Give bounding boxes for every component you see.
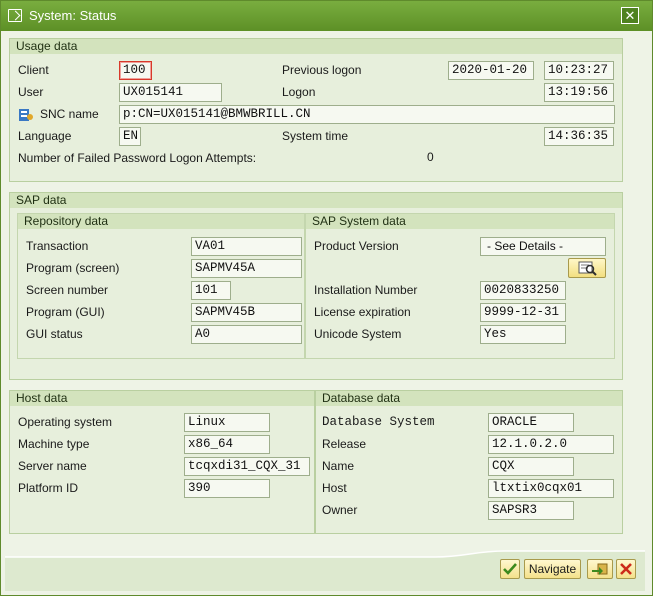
product-version-field[interactable]: - See Details - [480,237,606,256]
previous-logon-date-field[interactable]: 2020-01-20 [448,61,534,80]
db-name-label: Name [322,459,355,473]
program-screen-field[interactable]: SAPMV45A [191,259,302,278]
previous-logon-label: Previous logon [282,63,362,77]
close-icon[interactable]: ✕ [621,7,639,24]
operating-system-label: Operating system [18,415,113,429]
product-version-label: Product Version [314,239,399,253]
sap-system-data-header: SAP System data [306,214,614,229]
navigate-icon-button[interactable] [587,559,613,579]
platform-id-field[interactable]: 390 [184,479,270,498]
db-name-field[interactable]: CQX [488,457,574,476]
unicode-system-field[interactable]: Yes [480,325,566,344]
transaction-field[interactable]: VA01 [191,237,302,256]
release-label: Release [322,437,367,451]
operating-system-field[interactable]: Linux [184,413,270,432]
system-time-label: System time [282,129,349,143]
user-label: User [18,85,44,99]
usage-data-header: Usage data [10,39,622,54]
gui-status-field[interactable]: A0 [191,325,302,344]
installation-number-field[interactable]: 0020833250 [480,281,566,300]
logon-label: Logon [282,85,316,99]
database-system-field[interactable]: ORACLE [488,413,574,432]
machine-type-label: Machine type [18,437,90,451]
failed-attempts-label: Number of Failed Password Logon Attempts… [18,151,257,165]
platform-id-label: Platform ID [18,481,79,495]
status-dialog: System: Status ✕ Usage data Client 100 U… [0,0,653,596]
language-field[interactable]: EN [119,127,141,146]
client-field[interactable]: 100 [119,61,152,80]
program-gui-field[interactable]: SAPMV45B [191,303,302,322]
window-icon [8,9,22,22]
transaction-label: Transaction [26,239,89,253]
cancel-button[interactable] [616,559,636,579]
snc-icon [19,109,33,121]
gui-status-label: GUI status [26,327,83,341]
database-data-header: Database data [316,391,622,406]
language-label: Language [18,129,72,143]
database-data-group: Database data [315,390,623,534]
logon-time-field[interactable]: 13:19:56 [544,83,614,102]
server-name-field[interactable]: tcqxdi31_CQX_31 [184,457,310,476]
license-expiration-field[interactable]: 9999-12-31 [480,303,566,322]
machine-type-field[interactable]: x86_64 [184,435,270,454]
client-label: Client [18,63,49,77]
screen-number-label: Screen number [26,283,109,297]
navigate-icon [592,563,608,575]
window-title: System: Status [29,8,117,23]
cancel-icon [620,563,632,575]
navigate-button[interactable]: Navigate [524,559,581,579]
repository-data-header: Repository data [18,214,304,229]
db-host-field[interactable]: ltxtix0cqx01 [488,479,614,498]
failed-attempts-value: 0 [427,150,434,164]
snc-label: SNC name [40,107,99,121]
sap-data-header: SAP data [10,193,622,208]
system-time-field[interactable]: 14:36:35 [544,127,614,146]
title-bar: System: Status ✕ [1,1,652,31]
host-data-header: Host data [10,391,314,406]
screen-number-field[interactable]: 101 [191,281,231,300]
details-icon [578,261,597,276]
program-gui-label: Program (GUI) [26,305,105,319]
db-owner-field[interactable]: SAPSR3 [488,501,574,520]
confirm-button[interactable] [500,559,520,579]
database-system-label: Database System [322,415,435,429]
unicode-system-label: Unicode System [314,327,402,341]
program-screen-label: Program (screen) [26,261,120,275]
check-icon [503,563,517,575]
user-field[interactable]: UX015141 [119,83,222,102]
previous-logon-time-field[interactable]: 10:23:27 [544,61,614,80]
db-host-label: Host [322,481,347,495]
server-name-label: Server name [18,459,87,473]
db-owner-label: Owner [322,503,358,517]
license-expiration-label: License expiration [314,305,411,319]
release-field[interactable]: 12.1.0.2.0 [488,435,614,454]
details-button[interactable] [568,258,606,278]
snc-field[interactable]: p:CN=UX015141@BMWBRILL.CN [119,105,615,124]
installation-number-label: Installation Number [314,283,418,297]
